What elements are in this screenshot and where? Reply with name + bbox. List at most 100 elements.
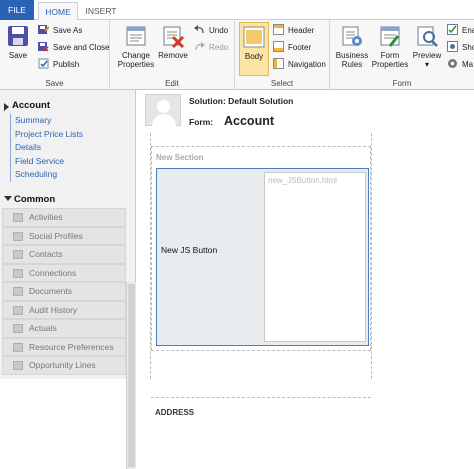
form-properties-label: Form Properties — [371, 51, 409, 69]
nav-item-connections[interactable]: Connections — [2, 263, 126, 282]
tab-file[interactable]: FILE — [0, 0, 34, 20]
new-section[interactable]: New Section New JS Button new_JSButton.h… — [151, 146, 371, 351]
form-properties-icon — [378, 24, 402, 48]
header-button[interactable]: Header — [273, 24, 314, 38]
opportunity-lines-icon — [13, 361, 23, 370]
enable-icon — [447, 24, 458, 36]
nav-item-label: Contacts — [29, 249, 63, 259]
address-section-title: ADDRESS — [155, 408, 195, 417]
business-rules-icon — [340, 24, 364, 48]
header-icon — [273, 24, 284, 36]
nav-item-resource-preferences[interactable]: Resource Preferences — [2, 337, 126, 356]
nav-scrollbar-thumb[interactable] — [128, 284, 135, 467]
undo-button[interactable]: Undo — [194, 24, 228, 38]
audit-history-icon — [13, 305, 23, 315]
entity-avatar-icon — [145, 94, 181, 126]
select-group-label: Select — [270, 79, 294, 88]
nav-item-label: Connections — [29, 267, 77, 278]
ribbon: Save Save As Save and Close Publish Save… — [0, 20, 474, 90]
connections-icon — [13, 268, 23, 278]
navigation-icon — [273, 58, 284, 70]
undo-label: Undo — [209, 26, 229, 35]
business-rules-button[interactable]: Business Rules — [334, 24, 370, 69]
nav-item-audit-history[interactable]: Audit History — [2, 300, 126, 319]
edit-group: Change Properties Remove Undo Redo Edit — [110, 20, 235, 90]
save-group-label: Save — [45, 79, 64, 88]
web-resource-name: new_JSButton.html — [268, 176, 337, 185]
common-nav-list: Activities Social Profiles Contacts Conn… — [2, 208, 126, 375]
documents-icon — [13, 287, 23, 296]
enable-button[interactable]: Ena — [447, 24, 474, 38]
left-navigation: Account Summary Project Price Lists Deta… — [0, 90, 136, 469]
ribbon-tabs: FILE HOME INSERT — [0, 0, 474, 21]
save-close-icon — [38, 41, 49, 52]
preview-dropdown-icon: ▾ — [424, 60, 429, 69]
save-label: Save — [8, 51, 28, 60]
tab-home[interactable]: HOME — [38, 2, 78, 21]
nav-item-documents[interactable]: Documents — [2, 282, 126, 301]
nav-item-actuals[interactable]: Actuals — [2, 319, 126, 338]
save-as-label: Save As — [53, 26, 83, 35]
nav-item-contacts[interactable]: Contacts — [2, 245, 126, 264]
save-and-close-label: Save and Close — [53, 43, 110, 52]
nav-link-scheduling[interactable]: Scheduling — [11, 168, 83, 182]
business-rules-label: Business Rules — [335, 51, 369, 69]
redo-icon — [194, 41, 205, 52]
form-canvas: New Section New JS Button new_JSButton.h… — [150, 133, 372, 417]
footer-label: Footer — [288, 43, 312, 52]
header-label: Header — [288, 26, 315, 35]
activities-icon — [13, 213, 23, 222]
redo-label: Redo — [209, 43, 229, 52]
nav-item-label: Documents — [29, 286, 72, 296]
preview-label: Preview — [412, 51, 442, 60]
redo-button[interactable]: Redo — [194, 41, 228, 55]
nav-item-opportunity-lines[interactable]: Opportunity Lines — [2, 356, 126, 375]
nav-link-details[interactable]: Details — [11, 141, 83, 155]
social-profiles-icon — [13, 231, 23, 241]
common-nav-header[interactable]: Common — [4, 194, 55, 205]
web-resource-control[interactable]: new_JSButton.html — [264, 172, 366, 342]
address-section[interactable]: ADDRESS — [151, 397, 371, 422]
form-properties-button[interactable]: Form Properties — [370, 24, 410, 69]
change-properties-label: Change Properties — [117, 51, 155, 69]
save-group: Save Save As Save and Close Publish Save — [0, 20, 110, 90]
remove-label: Remove — [158, 51, 188, 60]
save-as-button[interactable]: Save As — [38, 24, 82, 38]
tab-insert[interactable]: INSERT — [80, 2, 122, 20]
field-label: New JS Button — [161, 245, 218, 255]
body-button[interactable]: Body — [239, 22, 269, 76]
enable-label: Ena — [462, 26, 474, 35]
nav-link-field-service[interactable]: Field Service — [11, 155, 83, 169]
select-group: Body Header Footer Navigation Select — [235, 20, 330, 90]
nav-item-label: Opportunity Lines — [29, 360, 96, 370]
nav-scrollbar[interactable] — [126, 282, 136, 469]
show-button[interactable]: Sho — [447, 41, 474, 55]
nav-link-project-price-lists[interactable]: Project Price Lists — [11, 128, 83, 142]
navigation-button[interactable]: Navigation — [273, 58, 326, 72]
change-properties-button[interactable]: Change Properties — [116, 24, 156, 69]
resource-preferences-icon — [13, 342, 23, 352]
edit-group-label: Edit — [165, 79, 179, 88]
preview-button[interactable]: Preview ▾ — [410, 24, 444, 69]
nav-link-summary[interactable]: Summary — [11, 114, 83, 128]
footer-button[interactable]: Footer — [273, 41, 311, 55]
form-name: Account — [224, 114, 274, 128]
publish-button[interactable]: Publish — [38, 58, 79, 72]
save-and-close-button[interactable]: Save and Close — [38, 41, 109, 55]
nav-item-activities[interactable]: Activities — [2, 208, 126, 227]
nav-item-social-profiles[interactable]: Social Profiles — [2, 226, 126, 245]
section-title: New Section — [156, 153, 204, 162]
account-nav-label: Account — [12, 100, 50, 111]
remove-button[interactable]: Remove — [158, 24, 188, 60]
form-group-label: Form — [392, 79, 412, 88]
form-editor: Solution: Default Solution Form: Account… — [137, 90, 474, 417]
manage-button[interactable]: Ma — [447, 58, 473, 72]
web-resource-field[interactable]: New JS Button new_JSButton.html — [156, 168, 369, 346]
save-button[interactable]: Save — [4, 24, 32, 60]
nav-item-label: Audit History — [29, 304, 78, 315]
form-label: Form: — [189, 117, 214, 127]
floppy-disk-icon — [6, 24, 30, 48]
account-nav-header[interactable]: Account — [4, 100, 50, 111]
body-icon — [242, 25, 266, 49]
manage-label: Ma — [462, 60, 474, 69]
